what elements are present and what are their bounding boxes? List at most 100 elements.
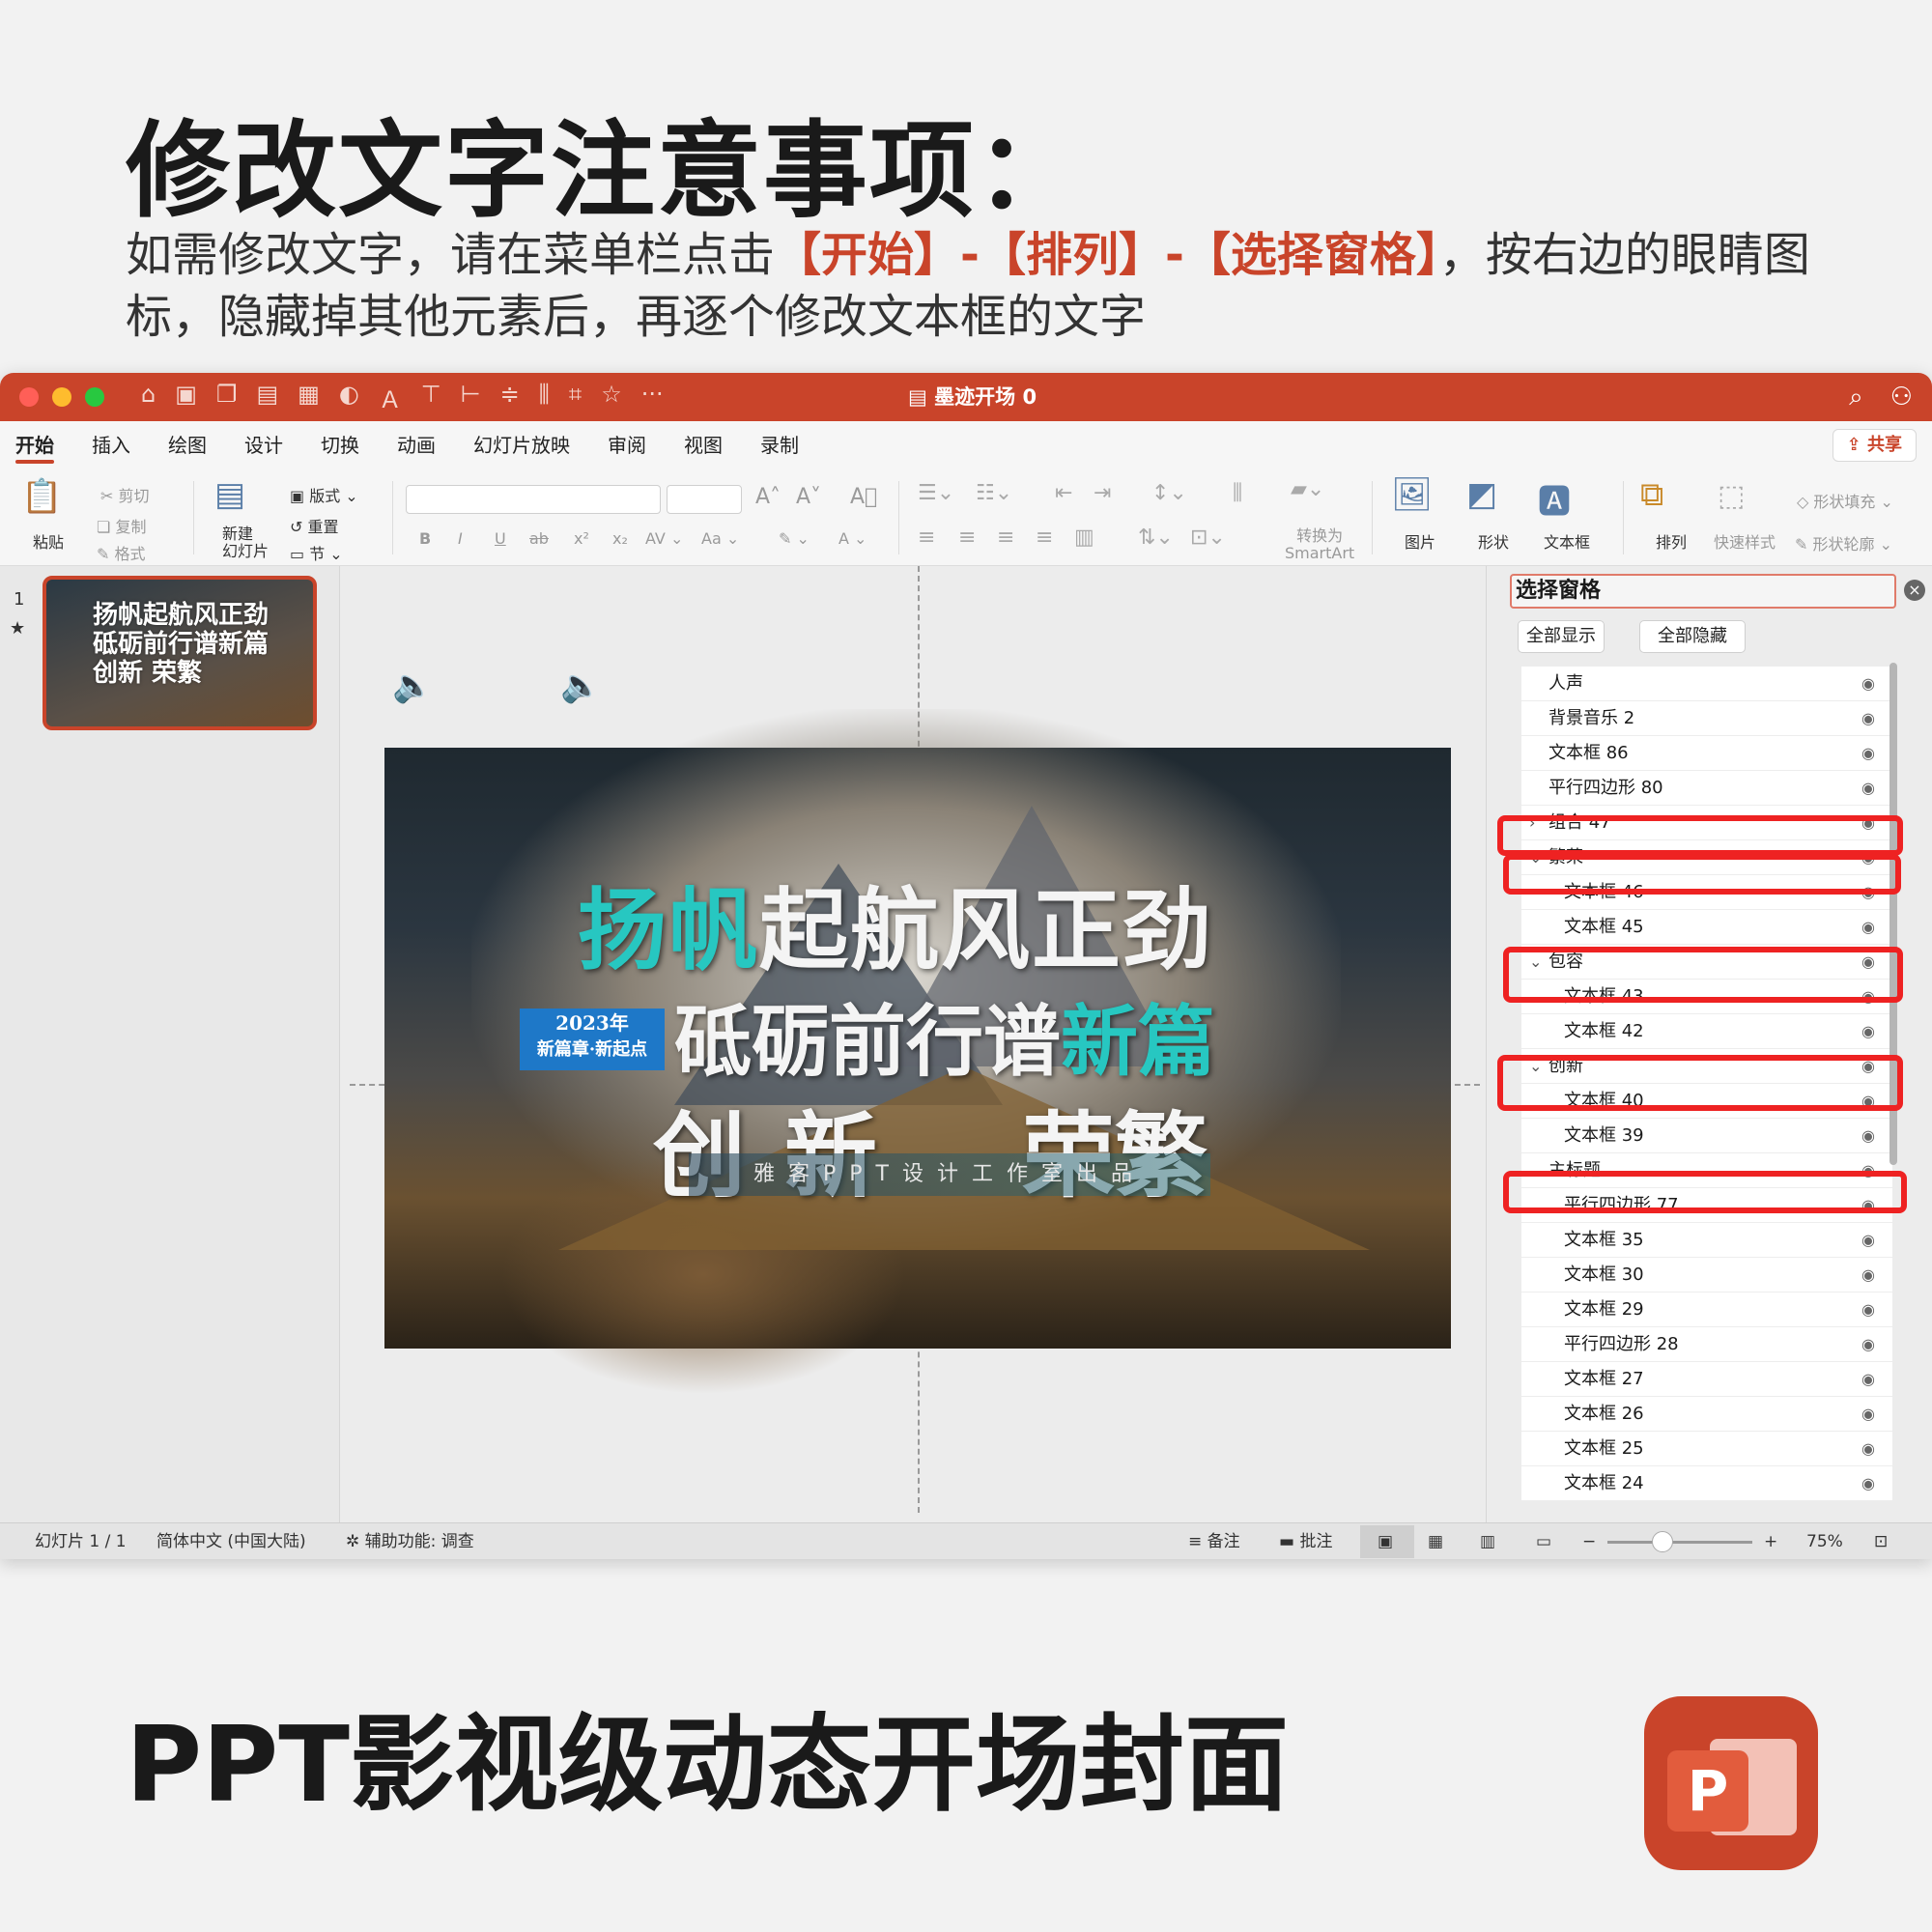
eye-icon[interactable]: ◉ bbox=[1861, 667, 1875, 701]
more-icon[interactable]: ··· bbox=[641, 381, 664, 414]
font-color-icon[interactable]: A ⌄ bbox=[838, 529, 867, 548]
selection-item[interactable]: 文本框 27 ◉ bbox=[1521, 1362, 1892, 1397]
picture-label[interactable]: 图片 bbox=[1405, 529, 1435, 553]
copy-button[interactable]: ❏ 复制 bbox=[97, 514, 146, 537]
shapes-icon[interactable]: ◐ bbox=[339, 381, 359, 414]
text-direction-icon[interactable]: ⇅⌄ bbox=[1138, 526, 1174, 550]
slide-thumbnail[interactable]: 扬帆起航风正劲 砥砺前行谱新篇 创新 荣繁 bbox=[43, 576, 317, 730]
eye-icon[interactable]: ◉ bbox=[1861, 1432, 1875, 1466]
normal-view-icon[interactable]: ▣ bbox=[1378, 1523, 1393, 1559]
align-center-text-icon[interactable]: ≡ bbox=[958, 526, 976, 550]
arrange-icon[interactable]: ⧉ bbox=[1640, 475, 1663, 514]
font-size-increase-icon[interactable]: A˄ bbox=[755, 485, 781, 509]
eye-icon[interactable]: ◉ bbox=[1861, 1223, 1875, 1258]
selection-item[interactable]: 背景音乐 2 ◉ bbox=[1521, 701, 1892, 736]
tab-design[interactable]: 设计 bbox=[244, 421, 283, 469]
fit-to-window-icon[interactable]: ⊡ bbox=[1874, 1523, 1888, 1559]
numbering-icon[interactable]: ☷⌄ bbox=[976, 481, 1012, 505]
tab-insert[interactable]: 插入 bbox=[92, 421, 130, 469]
home-icon[interactable]: ⌂ bbox=[141, 381, 156, 414]
zoom-window-button[interactable] bbox=[85, 387, 104, 407]
selection-item[interactable]: 文本框 25 ◉ bbox=[1521, 1432, 1892, 1466]
align-center-icon[interactable]: ≑ bbox=[500, 381, 520, 414]
selection-item[interactable]: 文本框 24 ◉ bbox=[1521, 1466, 1892, 1501]
highlight-icon[interactable]: ✎ ⌄ bbox=[779, 529, 810, 548]
slide-headline-1[interactable]: 扬帆起航风正劲 bbox=[578, 859, 1213, 987]
increase-indent-icon[interactable]: ⇥ bbox=[1094, 481, 1111, 505]
star-icon[interactable]: ☆ bbox=[601, 381, 622, 414]
eye-icon[interactable]: ◉ bbox=[1861, 771, 1875, 806]
audio-speaker-icon[interactable]: 🔈 bbox=[392, 667, 433, 705]
eye-icon[interactable]: ◉ bbox=[1861, 1397, 1875, 1432]
close-window-button[interactable] bbox=[19, 387, 39, 407]
close-icon[interactable]: × bbox=[1904, 580, 1925, 601]
eye-icon[interactable]: ◉ bbox=[1861, 1014, 1875, 1049]
eye-icon[interactable]: ◉ bbox=[1861, 1466, 1875, 1501]
slide-year-badge[interactable]: 2023年 新篇章·新起点 bbox=[520, 1009, 665, 1070]
section-button[interactable]: ▭ 节 ⌄ bbox=[290, 541, 343, 564]
hide-all-button[interactable]: 全部隐藏 bbox=[1639, 620, 1746, 653]
eye-icon[interactable]: ◉ bbox=[1861, 1327, 1875, 1362]
bullets-icon[interactable]: ☰⌄ bbox=[918, 481, 954, 505]
align-top-icon[interactable]: ⊤ bbox=[421, 381, 441, 414]
eye-icon[interactable]: ◉ bbox=[1861, 1362, 1875, 1397]
change-case-icon[interactable]: Aa ⌄ bbox=[701, 529, 739, 548]
zoom-slider[interactable] bbox=[1607, 1541, 1752, 1544]
eye-icon[interactable]: ◉ bbox=[1861, 701, 1875, 736]
selection-item[interactable]: 文本框 29 ◉ bbox=[1521, 1293, 1892, 1327]
paste-label[interactable]: 粘贴 bbox=[33, 529, 64, 553]
distributed-text-icon[interactable]: ▥ bbox=[1074, 526, 1094, 550]
picture-icon[interactable]: 🖼 bbox=[1391, 475, 1433, 514]
eye-icon[interactable]: ◉ bbox=[1861, 1293, 1875, 1327]
justify-text-icon[interactable]: ≡ bbox=[1036, 526, 1053, 550]
textbox-label[interactable]: 文本框 bbox=[1544, 529, 1590, 553]
selection-item[interactable]: 文本框 86 ◉ bbox=[1521, 736, 1892, 771]
eye-icon[interactable]: ◉ bbox=[1861, 736, 1875, 771]
new-slide-label[interactable]: 新建 幻灯片 bbox=[222, 526, 269, 560]
audio-speaker-icon[interactable]: 🔈 bbox=[560, 667, 601, 705]
tab-transitions[interactable]: 切换 bbox=[321, 421, 359, 469]
format-painter-button[interactable]: ✎ 格式 bbox=[97, 541, 146, 564]
save-icon[interactable]: ▣ bbox=[175, 381, 197, 414]
arrange-label[interactable]: 排列 bbox=[1656, 529, 1687, 553]
reading-view-icon[interactable]: ▥ bbox=[1480, 1523, 1495, 1559]
tab-record[interactable]: 录制 bbox=[760, 421, 799, 469]
columns-icon[interactable]: ⫼ bbox=[1233, 481, 1242, 505]
slide-headline-2[interactable]: 砥砺前行谱新篇 bbox=[674, 980, 1215, 1092]
slide[interactable]: 扬帆起航风正劲 2023年 新篇章·新起点 砥砺前行谱新篇 创新 荣繁 雅客PP… bbox=[384, 709, 1451, 1395]
copy-icon[interactable]: ▤ bbox=[256, 381, 278, 414]
slideshow-icon[interactable]: ▦ bbox=[298, 381, 320, 414]
language-indicator[interactable]: 简体中文 (中国大陆) bbox=[156, 1523, 306, 1559]
selection-item[interactable]: 文本框 26 ◉ bbox=[1521, 1397, 1892, 1432]
font-size-decrease-icon[interactable]: A˅ bbox=[796, 485, 821, 509]
tab-view[interactable]: 视图 bbox=[684, 421, 723, 469]
duplicate-icon[interactable]: ❐ bbox=[216, 381, 238, 414]
eye-icon[interactable]: ◉ bbox=[1861, 1258, 1875, 1293]
quick-styles-label[interactable]: 快速样式 bbox=[1714, 529, 1776, 553]
align-right-text-icon[interactable]: ≡ bbox=[997, 526, 1014, 550]
crop-icon[interactable]: ⌗ bbox=[569, 381, 582, 414]
decrease-indent-icon[interactable]: ⇤ bbox=[1055, 481, 1072, 505]
zoom-level[interactable]: 75% bbox=[1806, 1523, 1843, 1559]
eye-icon[interactable]: ◉ bbox=[1861, 1119, 1875, 1153]
bold-icon[interactable]: B bbox=[419, 529, 431, 548]
new-slide-icon[interactable]: ▤ bbox=[214, 475, 245, 514]
shape-outline-button[interactable]: ✎ 形状轮廓 ⌄ bbox=[1795, 531, 1892, 554]
align-left-text-icon[interactable]: ≡ bbox=[918, 526, 935, 550]
tab-slideshow[interactable]: 幻灯片放映 bbox=[473, 421, 570, 469]
eye-icon[interactable]: ◉ bbox=[1861, 910, 1875, 945]
clear-format-icon[interactable]: A⃠ bbox=[850, 485, 877, 509]
selection-item[interactable]: 文本框 39 ◉ bbox=[1521, 1119, 1892, 1153]
selection-item[interactable]: 人声 ◉ bbox=[1521, 667, 1892, 701]
account-icon[interactable]: ⚇ bbox=[1890, 383, 1913, 412]
textbox-icon[interactable]: 🅰 bbox=[1538, 475, 1571, 523]
slide-canvas[interactable]: 🔈 🔈 扬帆起航风正劲 2023年 新篇章·新起点 砥砺前行谱新篇 创新 荣繁 … bbox=[340, 566, 1486, 1522]
selection-item[interactable]: 文本框 35 ◉ bbox=[1521, 1223, 1892, 1258]
selection-item[interactable]: 平行四边形 28 ◉ bbox=[1521, 1327, 1892, 1362]
share-button[interactable]: ⇪ 共享 bbox=[1832, 429, 1917, 462]
distribute-icon[interactable]: ⫼ bbox=[539, 381, 550, 414]
selection-item[interactable]: 文本框 45 ◉ bbox=[1521, 910, 1892, 945]
font-size-select[interactable] bbox=[667, 485, 742, 514]
selection-item[interactable]: 文本框 30 ◉ bbox=[1521, 1258, 1892, 1293]
cut-button[interactable]: ✂ 剪切 bbox=[100, 483, 150, 506]
